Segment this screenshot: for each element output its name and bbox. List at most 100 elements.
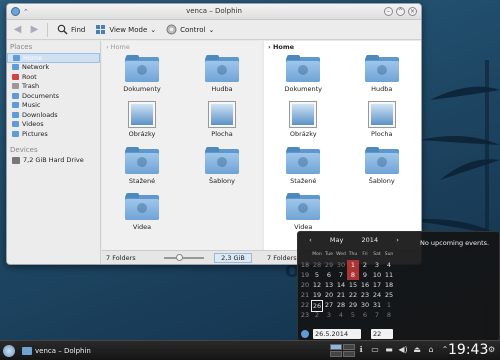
- calendar-day[interactable]: 8: [347, 270, 359, 280]
- calendar-day[interactable]: 14: [335, 280, 347, 290]
- month-selector[interactable]: May: [330, 236, 343, 244]
- calendar-day[interactable]: 9: [359, 270, 371, 280]
- previous-month-button[interactable]: ‹: [309, 236, 312, 244]
- find-button[interactable]: Find: [54, 24, 88, 35]
- folder-item[interactable]: Hudba: [343, 55, 422, 97]
- desktop-pager[interactable]: [330, 344, 355, 357]
- calendar-day[interactable]: 22: [347, 290, 359, 300]
- calendar-day[interactable]: 3: [371, 260, 383, 270]
- folder-item[interactable]: Plocha: [182, 101, 262, 143]
- place-item-documents[interactable]: Documents: [7, 91, 100, 101]
- folder-label: Stažené: [128, 177, 156, 185]
- calendar-day[interactable]: 20: [323, 290, 335, 300]
- calendar-day[interactable]: 25: [383, 290, 395, 300]
- panel-tools-icon[interactable]: ⚙: [488, 345, 498, 355]
- right-view-pane[interactable]: › Home Dokumenty Hudba Obrázky Plocha Stažen…: [264, 41, 421, 250]
- calendar-day[interactable]: 19: [311, 290, 323, 300]
- place-item-downloads[interactable]: Downloads: [7, 110, 100, 120]
- calendar-day[interactable]: 21: [335, 290, 347, 300]
- calendar-day[interactable]: 30: [335, 260, 347, 270]
- calendar-day[interactable]: 4: [335, 310, 347, 320]
- minimize-button[interactable]: –: [384, 7, 393, 16]
- calendar-day[interactable]: 11: [383, 270, 395, 280]
- calendar-day[interactable]: 17: [371, 280, 383, 290]
- removable-device-icon[interactable]: ⏏: [412, 345, 422, 355]
- view-mode-button[interactable]: View Mode ⌄: [92, 24, 159, 35]
- device-item-hard-drive[interactable]: 7,2 GiB Hard Drive: [7, 156, 100, 166]
- folder-item[interactable]: Stažené: [264, 147, 343, 189]
- control-button[interactable]: Control ⌄: [163, 24, 217, 35]
- calendar-day[interactable]: 10: [371, 270, 383, 280]
- week-field[interactable]: 22: [371, 329, 393, 339]
- back-arrow-icon[interactable]: ◀: [11, 24, 24, 36]
- folder-item[interactable]: Dokumenty: [264, 55, 343, 97]
- folder-item[interactable]: Šablony: [182, 147, 262, 189]
- calendar-day[interactable]: 3: [323, 310, 335, 320]
- calendar-day[interactable]: 4: [383, 260, 395, 270]
- desktop-3[interactable]: [330, 351, 342, 357]
- calendar-day[interactable]: 12: [311, 280, 323, 290]
- date-field[interactable]: 26.5.2014: [313, 329, 361, 339]
- calendar-day[interactable]: 1: [347, 260, 359, 270]
- application-launcher-icon[interactable]: [3, 345, 15, 357]
- folder-item[interactable]: Plocha: [343, 101, 422, 143]
- place-item-trash[interactable]: Trash: [7, 82, 100, 92]
- place-item-music[interactable]: Music: [7, 101, 100, 111]
- calendar-day[interactable]: 2: [311, 310, 323, 320]
- digital-clock[interactable]: 19:43: [448, 342, 488, 358]
- calendar-day[interactable]: 18: [383, 280, 395, 290]
- battery-icon[interactable]: ▬: [384, 345, 394, 355]
- zoom-slider-handle[interactable]: [176, 254, 183, 261]
- calendar-day[interactable]: 7: [371, 310, 383, 320]
- volume-icon[interactable]: ◀): [398, 345, 408, 355]
- search-icon: [57, 24, 68, 35]
- calendar-day[interactable]: 28: [311, 260, 323, 270]
- calendar-day[interactable]: 13: [323, 280, 335, 290]
- left-view-pane[interactable]: › Home Dokumenty Hudba Obrázky Plocha Stažen…: [102, 41, 262, 250]
- folder-item[interactable]: Obrázky: [102, 101, 182, 143]
- breadcrumb[interactable]: › Home: [264, 41, 421, 53]
- title-bar[interactable]: ⌃ venca – Dolphin – ^ ×: [7, 4, 421, 20]
- folder-item[interactable]: Hudba: [182, 55, 262, 97]
- calendar-day[interactable]: 23: [359, 290, 371, 300]
- place-item-network[interactable]: Network: [7, 63, 100, 73]
- calendar-day[interactable]: 15: [347, 280, 359, 290]
- calendar-day[interactable]: 7: [335, 270, 347, 280]
- calendar-day[interactable]: 5: [347, 310, 359, 320]
- place-item-pictures[interactable]: Pictures: [7, 129, 100, 139]
- desktop-4[interactable]: [343, 351, 355, 357]
- place-item-home[interactable]: Home: [7, 53, 100, 63]
- calendar-day[interactable]: 8: [383, 310, 395, 320]
- calendar-icon[interactable]: [301, 330, 309, 338]
- place-item-root[interactable]: Root: [7, 72, 100, 82]
- maximize-button[interactable]: ^: [396, 7, 405, 16]
- forward-arrow-icon[interactable]: ▶: [28, 24, 41, 36]
- calendar-day[interactable]: 5: [311, 270, 323, 280]
- calendar-day[interactable]: 29: [323, 260, 335, 270]
- year-selector[interactable]: 2014: [362, 236, 379, 244]
- breadcrumb-home[interactable]: Home: [111, 43, 130, 51]
- info-icon[interactable]: ℹ: [356, 345, 366, 355]
- clipboard-icon[interactable]: ▭: [370, 345, 380, 355]
- calendar-day[interactable]: 16: [359, 280, 371, 290]
- network-icon[interactable]: ⌂: [426, 345, 436, 355]
- zoom-slider[interactable]: [164, 254, 204, 261]
- calendar-day[interactable]: 24: [371, 290, 383, 300]
- folder-item[interactable]: Videa: [264, 193, 343, 235]
- folder-item[interactable]: Dokumenty: [102, 55, 182, 97]
- folder-item[interactable]: Šablony: [343, 147, 422, 189]
- desktop-1[interactable]: [330, 344, 342, 350]
- folder-item[interactable]: Obrázky: [264, 101, 343, 143]
- task-item-dolphin[interactable]: venca – Dolphin: [20, 344, 122, 358]
- calendar-day[interactable]: 6: [323, 270, 335, 280]
- calendar-day[interactable]: 6: [359, 310, 371, 320]
- folder-item[interactable]: Videa: [102, 193, 182, 235]
- next-month-button[interactable]: ›: [396, 236, 399, 244]
- folder-item[interactable]: Stažené: [102, 147, 182, 189]
- calendar-day[interactable]: 2: [359, 260, 371, 270]
- breadcrumb-home[interactable]: Home: [273, 43, 294, 51]
- place-item-videos[interactable]: Videos: [7, 120, 100, 130]
- desktop-2[interactable]: [343, 344, 355, 350]
- close-button[interactable]: ×: [408, 7, 417, 16]
- breadcrumb[interactable]: › Home: [102, 41, 262, 53]
